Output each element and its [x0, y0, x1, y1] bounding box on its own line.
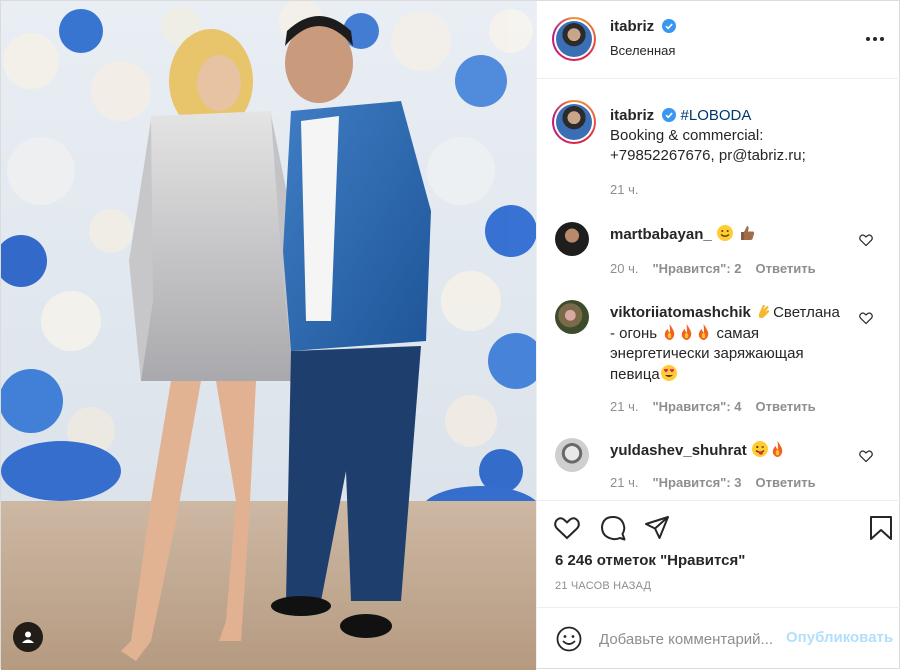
verified-badge-icon: [662, 19, 677, 33]
caption-author-avatar[interactable]: [552, 100, 596, 144]
emoji-picker-icon[interactable]: [555, 625, 583, 653]
post-actions: 6 246 отметок "Нравится" 21 ЧАСОВ НАЗАД: [537, 500, 900, 606]
commenter-avatar[interactable]: [555, 438, 589, 472]
comment-likes[interactable]: "Нравится": 4: [652, 399, 741, 414]
comment-likes[interactable]: "Нравится": 3: [652, 475, 741, 490]
more-options-icon[interactable]: [863, 29, 887, 49]
caption-username[interactable]: itabriz: [610, 107, 654, 124]
caption-line-2: +79852267676, pr@tabriz.ru;: [610, 147, 806, 164]
share-paper-plane-icon[interactable]: [643, 514, 671, 542]
commenter-avatar[interactable]: [555, 222, 589, 256]
caption-line-1: Booking & commercial:: [610, 127, 764, 144]
comment-time[interactable]: 20 ч.: [610, 261, 638, 276]
post-header: itabriz Вселенная: [537, 1, 900, 79]
post-time-ago[interactable]: 21 ЧАСОВ НАЗАД: [555, 580, 651, 592]
winking-tongue-emoji-icon: [751, 441, 768, 457]
comment-username[interactable]: viktoriiatomashchik: [610, 304, 751, 321]
tagged-users-icon[interactable]: [13, 622, 43, 652]
comment-time[interactable]: 21 ч.: [610, 399, 638, 414]
reply-button[interactable]: Ответить: [756, 399, 816, 414]
comment-input[interactable]: [599, 626, 781, 652]
reply-button[interactable]: Ответить: [756, 475, 816, 490]
fire-emoji-icon: [665, 324, 675, 340]
post-location[interactable]: Вселенная: [610, 43, 675, 58]
comments-list[interactable]: itabriz #LOBODA Booking & commercial: +7…: [537, 80, 900, 500]
likes-count[interactable]: 6 246 отметок "Нравится": [555, 552, 745, 569]
verified-badge-icon: [662, 108, 677, 122]
like-comment-heart-icon[interactable]: [859, 449, 873, 463]
like-heart-icon[interactable]: [553, 514, 581, 542]
like-comment-heart-icon[interactable]: [859, 311, 873, 325]
heart-eyes-emoji-icon: [660, 365, 677, 381]
smile-emoji-icon: [716, 225, 733, 241]
commenter-avatar[interactable]: [555, 300, 589, 334]
instagram-post: itabriz Вселенная itabriz #LOBODA Bookin…: [0, 0, 900, 670]
fire-emoji-icon: [699, 324, 709, 340]
caption-hashtag[interactable]: #LOBODA: [681, 107, 752, 124]
like-comment-heart-icon[interactable]: [859, 233, 873, 247]
comment-bubble-icon[interactable]: [599, 514, 627, 542]
comment-username[interactable]: yuldashev_shuhrat: [610, 442, 747, 459]
publish-button[interactable]: Опубликовать: [786, 629, 893, 646]
reply-button[interactable]: Ответить: [756, 261, 816, 276]
thumbs-up-emoji-icon: [741, 226, 755, 240]
post-photo[interactable]: [1, 1, 536, 670]
caption-time[interactable]: 21 ч.: [610, 182, 638, 197]
photo-illustration: [1, 1, 536, 670]
author-username[interactable]: itabriz: [610, 18, 654, 35]
add-comment-bar: Опубликовать: [537, 607, 900, 670]
comment-username[interactable]: martbabayan_: [610, 226, 712, 243]
fire-emoji-icon: [682, 324, 692, 340]
author-avatar[interactable]: [552, 17, 596, 61]
fire-emoji-icon: [772, 441, 783, 457]
save-bookmark-icon[interactable]: [867, 514, 895, 542]
comment-time[interactable]: 21 ч.: [610, 475, 638, 490]
comment-likes[interactable]: "Нравится": 2: [652, 261, 741, 276]
post-sidebar: itabriz Вселенная itabriz #LOBODA Bookin…: [536, 1, 900, 670]
clapping-hands-emoji-icon: [759, 304, 770, 318]
